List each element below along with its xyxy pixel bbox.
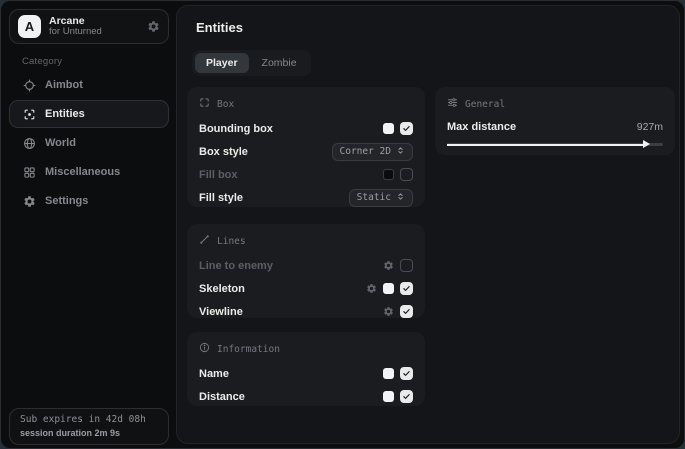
fill-box-checkbox[interactable]	[400, 168, 413, 181]
fill-box-row: Fill box	[199, 163, 413, 186]
distance-color-swatch[interactable]	[383, 391, 394, 402]
sidebar: A Arcane for Unturned Category Aimbot En…	[1, 1, 176, 448]
sidebar-item-entities[interactable]: Entities	[9, 100, 169, 128]
tab-player[interactable]: Player	[195, 53, 249, 73]
information-card-header: Information	[199, 342, 413, 356]
scan-icon	[23, 108, 36, 121]
box-style-row: Box style Corner 2D	[199, 140, 413, 163]
sidebar-item-label: Entities	[45, 108, 85, 120]
chevron-up-down-icon	[396, 192, 405, 204]
sidebar-item-label: Aimbot	[45, 79, 83, 91]
skeleton-color-swatch[interactable]	[383, 283, 394, 294]
sidebar-item-world[interactable]: World	[9, 129, 169, 157]
slider-thumb-arrow-icon[interactable]	[643, 140, 650, 148]
viewline-label: Viewline	[199, 306, 383, 318]
crosshair-icon	[23, 79, 36, 92]
sidebar-item-miscellaneous[interactable]: Miscellaneous	[9, 158, 169, 186]
name-row: Name	[199, 362, 413, 385]
subscription-info-card: Sub expires in 42d 08h session duration …	[9, 408, 169, 445]
name-label: Name	[199, 368, 383, 380]
session-duration-text: session duration 2m 9s	[20, 428, 158, 438]
bounding-box-label: Bounding box	[199, 123, 383, 135]
skeleton-label: Skeleton	[199, 283, 366, 295]
general-card: General Max distance 927m	[435, 87, 675, 155]
box-style-value: Corner 2D	[340, 146, 391, 157]
name-checkbox[interactable]	[400, 367, 413, 380]
chevron-up-down-icon	[396, 146, 405, 158]
box-card-header: Box	[199, 97, 413, 111]
box-style-dropdown[interactable]: Corner 2D	[332, 143, 413, 161]
bounding-box-checkbox[interactable]	[400, 122, 413, 135]
distance-checkbox[interactable]	[400, 390, 413, 403]
box-corners-icon	[199, 97, 210, 111]
sub-expiry-text: Sub expires in 42d 08h	[20, 414, 158, 425]
skeleton-checkbox[interactable]	[400, 282, 413, 295]
max-distance-label: Max distance	[447, 121, 637, 133]
page-title: Entities	[196, 20, 243, 35]
slider-fill	[447, 144, 644, 146]
sidebar-item-aimbot[interactable]: Aimbot	[9, 71, 169, 99]
bounding-box-color-swatch[interactable]	[383, 123, 394, 134]
fill-style-row: Fill style Static	[199, 186, 413, 209]
app-subtitle: for Unturned	[49, 27, 139, 38]
box-style-label: Box style	[199, 146, 332, 158]
viewline-row: Viewline	[199, 300, 413, 323]
info-icon	[199, 342, 210, 356]
viewline-checkbox[interactable]	[400, 305, 413, 318]
gear-icon	[23, 195, 36, 208]
grid-icon	[23, 166, 36, 179]
information-card: Information Name Distance	[187, 332, 425, 406]
tab-zombie[interactable]: Zombie	[251, 53, 308, 73]
distance-row: Distance	[199, 385, 413, 408]
app-logo-letter: A	[25, 19, 34, 34]
fill-style-label: Fill style	[199, 192, 349, 204]
brand-card: A Arcane for Unturned	[9, 9, 169, 44]
max-distance-slider[interactable]	[447, 140, 663, 149]
box-card-title: Box	[217, 99, 234, 110]
tab-group: Player Zombie	[192, 50, 311, 76]
line-to-enemy-row: Line to enemy	[199, 254, 413, 277]
skeleton-row: Skeleton	[199, 277, 413, 300]
gear-icon[interactable]	[366, 283, 377, 294]
sidebar-item-label: Miscellaneous	[45, 166, 120, 178]
gear-icon[interactable]	[383, 306, 394, 317]
general-card-header: General	[447, 97, 663, 111]
app-window: A Arcane for Unturned Category Aimbot En…	[0, 0, 685, 449]
bounding-box-row: Bounding box	[199, 117, 413, 140]
line-to-enemy-checkbox[interactable]	[400, 259, 413, 272]
line-to-enemy-label: Line to enemy	[199, 260, 383, 272]
app-logo: A	[18, 15, 41, 38]
general-card-title: General	[465, 99, 505, 110]
lines-card: Lines Line to enemy Skeleton Viewline	[187, 224, 425, 318]
main-panel: Entities Player Zombie Box Bounding box …	[176, 5, 680, 444]
gear-icon[interactable]	[383, 260, 394, 271]
fill-box-label: Fill box	[199, 169, 383, 181]
name-color-swatch[interactable]	[383, 368, 394, 379]
category-label: Category	[22, 56, 62, 67]
information-card-title: Information	[217, 344, 280, 355]
globe-icon	[23, 137, 36, 150]
sidebar-nav: Aimbot Entities World Miscellaneous Sett…	[9, 71, 169, 216]
sliders-icon	[447, 97, 458, 111]
sidebar-item-label: World	[45, 137, 76, 149]
max-distance-value: 927m	[637, 121, 663, 133]
box-card: Box Bounding box Box style Corner 2D Fil…	[187, 87, 425, 207]
sidebar-item-label: Settings	[45, 195, 88, 207]
lines-card-header: Lines	[199, 234, 413, 248]
fill-box-color-swatch[interactable]	[383, 169, 394, 180]
distance-label: Distance	[199, 391, 383, 403]
fill-style-value: Static	[357, 192, 391, 203]
gear-icon[interactable]	[147, 20, 160, 33]
lines-card-title: Lines	[217, 236, 246, 247]
line-segment-icon	[199, 234, 210, 248]
brand-text: Arcane for Unturned	[49, 15, 139, 38]
fill-style-dropdown[interactable]: Static	[349, 189, 413, 207]
sidebar-item-settings[interactable]: Settings	[9, 187, 169, 215]
max-distance-row: Max distance 927m	[447, 117, 663, 137]
